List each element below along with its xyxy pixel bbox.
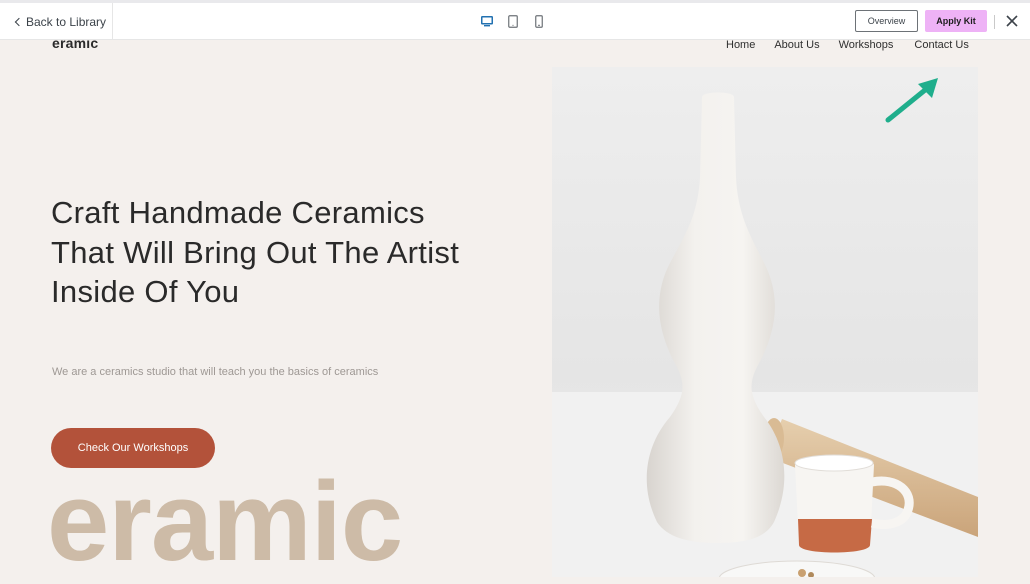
nav-item-about-us[interactable]: About Us	[774, 40, 819, 51]
close-icon[interactable]	[1004, 13, 1020, 29]
decorative-brand-word: eramic	[47, 459, 403, 584]
back-to-library-label: Back to Library	[26, 14, 107, 29]
apply-kit-button[interactable]: Apply Kit	[925, 10, 987, 32]
desktop-icon[interactable]	[481, 14, 493, 28]
editor-toolbar: Back to Library Overview Apply Kit	[0, 0, 1030, 40]
green-arrow-icon	[878, 74, 948, 130]
site-nav: Home About Us Workshops Contact Us	[726, 40, 969, 51]
hero-vase-image	[552, 67, 978, 577]
hero-subtext: We are a ceramics studio that will teach…	[52, 366, 379, 378]
hero-headline: Craft Handmade Ceramics That Will Bring …	[51, 195, 460, 309]
nav-item-workshops[interactable]: Workshops	[839, 40, 894, 51]
overview-button[interactable]: Overview	[855, 10, 918, 32]
mobile-icon[interactable]	[533, 14, 545, 28]
toolbar-divider	[994, 15, 995, 29]
tablet-icon[interactable]	[507, 14, 519, 28]
chevron-left-icon	[14, 17, 24, 26]
nav-item-contact-us[interactable]: Contact Us	[914, 40, 968, 51]
back-to-library-button[interactable]: Back to Library	[0, 3, 113, 40]
site-logo[interactable]: eramic	[52, 40, 98, 51]
site-preview: eramic Home About Us Workshops Contact U…	[0, 40, 1030, 584]
nav-item-home[interactable]: Home	[726, 40, 755, 51]
device-switcher	[481, 14, 545, 28]
